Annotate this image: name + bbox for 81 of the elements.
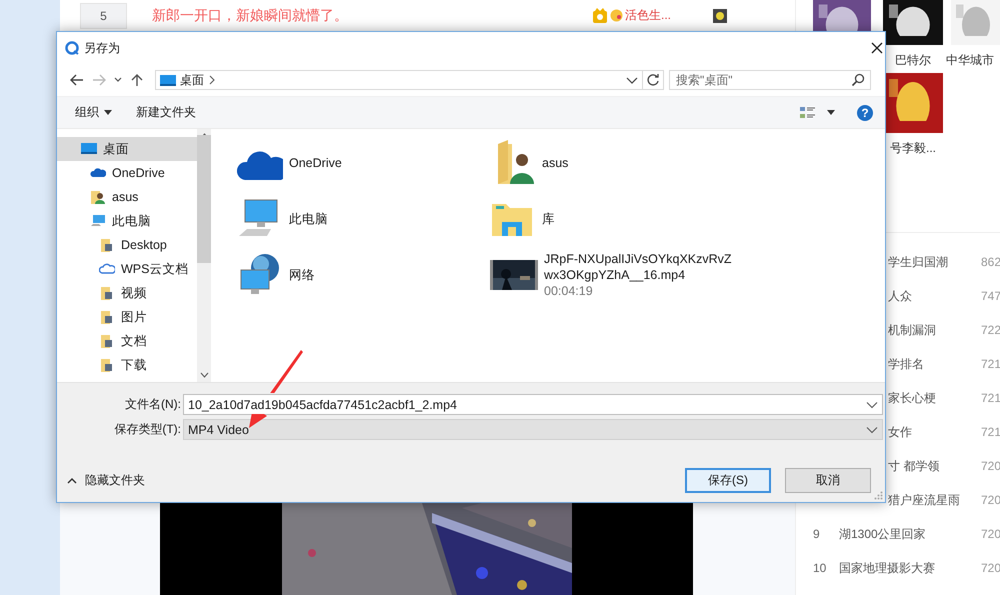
scroll-down-icon[interactable] [200, 372, 208, 378]
resize-grip-icon[interactable] [873, 490, 883, 500]
field-label: 文件名(N): [124, 396, 182, 413]
back-arrow-icon[interactable] [69, 72, 85, 88]
dropdown-caret-icon[interactable] [866, 400, 878, 408]
folder-icon [99, 237, 115, 253]
view-count: 722 [981, 323, 1000, 337]
tag-label[interactable]: 活色生... [625, 7, 672, 24]
folder-icon [99, 285, 115, 301]
file-name: JRpF-NXUpalIJiVsOYkqXKzvRvZ [544, 251, 732, 267]
dropdown-caret-icon[interactable] [626, 75, 638, 85]
file-item[interactable]: 库 [490, 191, 743, 247]
file-name: wx3OKgpYZhA__16.mp4 [544, 267, 686, 283]
computer-icon [90, 213, 106, 229]
file-name: asus [542, 156, 568, 170]
file-type-dropdown[interactable]: MP4 Video [183, 419, 883, 440]
folder-icon [99, 357, 115, 373]
folder-tree-item[interactable]: 图片 [57, 305, 197, 329]
file-name: 库 [542, 210, 555, 228]
view-count: 747 [981, 289, 1000, 303]
address-text[interactable]: 桌面 [180, 72, 204, 88]
chevron-icon[interactable] [208, 75, 216, 85]
user-folder-icon [90, 189, 106, 205]
help-button[interactable]: ? [857, 104, 873, 120]
file-name: 此电脑 [289, 210, 328, 228]
search-field[interactable]: 搜索"桌面" [669, 70, 871, 90]
hot-topic-link[interactable]: 国家地理摄影大赛 [839, 560, 981, 576]
new-folder-button[interactable]: 新建文件夹 [136, 104, 196, 121]
up-arrow-icon[interactable] [129, 72, 145, 88]
badge-icon [592, 8, 608, 24]
caret-icon[interactable] [104, 110, 112, 116]
folder-icon [99, 333, 115, 349]
rank-number: 5 [80, 2, 127, 28]
file-item[interactable]: 网络 [237, 247, 490, 303]
app-icon [65, 41, 79, 55]
thumb-caption[interactable]: 号李毅... [890, 140, 936, 157]
desktop-icon [160, 74, 176, 86]
caret-icon[interactable] [827, 110, 835, 116]
rank-number: 10 [813, 561, 828, 575]
thumb-caption[interactable]: 巴特尔 [895, 52, 931, 69]
folder-tree-item[interactable]: asus [57, 185, 197, 209]
cancel-button[interactable]: 取消 [785, 468, 871, 493]
folder-tree-item[interactable]: WPS云文档 [57, 257, 197, 281]
scrollbar[interactable] [197, 129, 211, 382]
refresh-icon[interactable] [646, 73, 660, 87]
view-count: 721 [981, 391, 1000, 405]
folder-tree-item[interactable]: Desktop [57, 233, 197, 257]
view-count: 721 [981, 425, 1000, 439]
folder-icon [99, 309, 115, 325]
dropdown-caret-icon[interactable] [866, 426, 878, 434]
address-bar[interactable]: 桌面 [155, 70, 664, 90]
folder-tree-item[interactable]: 下载 [57, 353, 197, 377]
folder-tree-item[interactable]: 视频 [57, 281, 197, 305]
thumb-caption[interactable]: 中华城市 [946, 52, 994, 69]
rank-number: 9 [813, 527, 821, 541]
view-count: 721 [981, 357, 1000, 371]
caret-icon[interactable] [67, 477, 77, 484]
hot-topic-link[interactable]: 湖1300公里回家 [839, 526, 981, 542]
view-options-icon[interactable] [799, 104, 817, 120]
desktop-icon [81, 141, 97, 157]
organize-menu[interactable]: 组织 [75, 104, 112, 121]
file-name: OneDrive [289, 156, 342, 170]
file-item[interactable]: asus [490, 135, 743, 191]
window-title: 另存为 [84, 40, 121, 56]
file-name-field[interactable]: 10_2a10d7ad19b045acfda77451c2acbf1_2.mp4 [183, 394, 883, 415]
file-name: 网络 [289, 266, 315, 284]
search-icon[interactable] [851, 73, 865, 87]
video-duration: 00:04:19 [544, 283, 594, 299]
folder-tree-item[interactable]: 文档 [57, 329, 197, 353]
file-item[interactable]: JRpF-NXUpalIJiVsOYkqXKzvRvZ wx3OKgpYZhA__16.mp4 00:04:19 [490, 247, 743, 303]
save-button[interactable]: 保存(S) [685, 468, 771, 493]
file-item[interactable]: OneDrive [237, 135, 490, 191]
file-item[interactable]: 此电脑 [237, 191, 490, 247]
field-label: 保存类型(T): [113, 421, 182, 438]
hide-folders-button[interactable]: 隐藏文件夹 [67, 472, 145, 489]
view-count: 862 [981, 255, 1000, 269]
emoji-icon [610, 9, 623, 22]
folder-tree-item[interactable]: 此电脑 [57, 209, 197, 233]
folder-tree-item[interactable]: OneDrive [57, 161, 197, 185]
folder-tree-item[interactable]: 桌面 [57, 137, 197, 161]
close-icon[interactable] [869, 40, 885, 56]
